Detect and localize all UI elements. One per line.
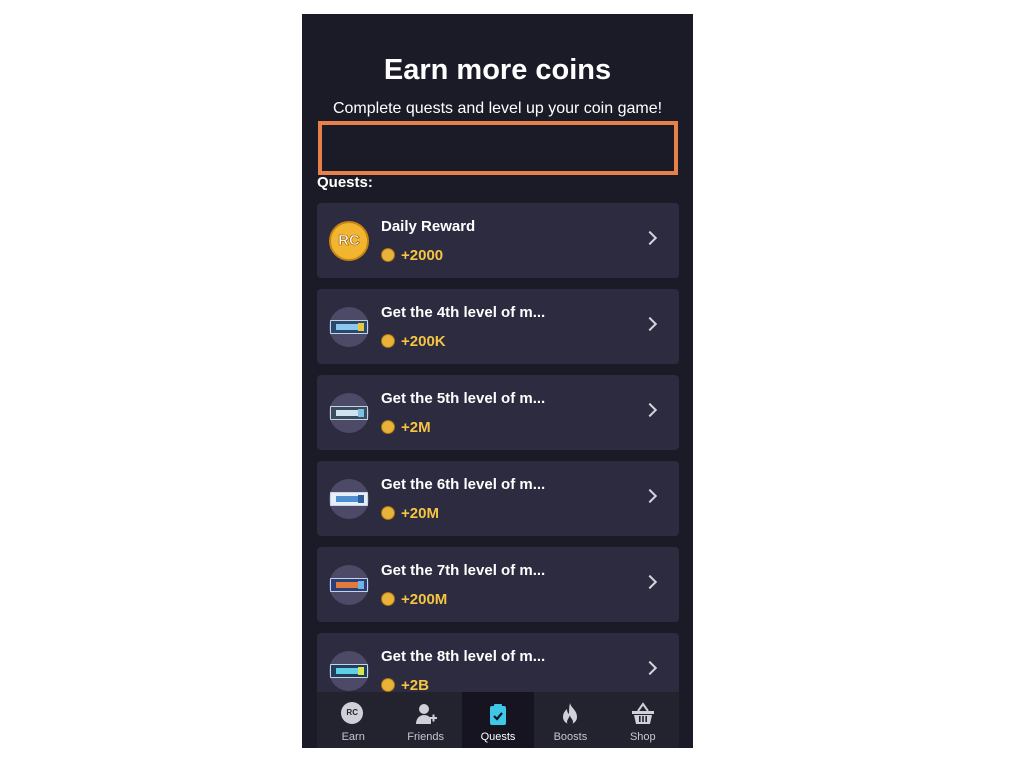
basket-icon <box>631 702 654 724</box>
nav-item-earn[interactable]: RC Earn <box>317 692 389 748</box>
card-icon <box>329 565 369 605</box>
card-icon <box>329 651 369 691</box>
chevron-right-icon <box>642 316 658 332</box>
chevron-right-icon <box>642 488 658 504</box>
quest-name: Get the 5th level of m... <box>381 390 546 407</box>
quest-reward: +200M <box>381 590 447 608</box>
coin-icon <box>381 420 395 434</box>
quest-item-level-5[interactable]: Get the 5th level of m... +2M <box>317 375 679 450</box>
nav-label: Friends <box>407 731 444 743</box>
quest-reward: +20M <box>381 504 439 522</box>
reward-amount: +20M <box>401 504 439 522</box>
reward-amount: +2000 <box>401 246 444 264</box>
page-subtitle: Complete quests and level up your coin g… <box>332 100 663 117</box>
nav-item-boosts[interactable]: Boosts <box>534 692 606 748</box>
quest-item-level-6[interactable]: Get the 6th level of m... +20M <box>317 461 679 536</box>
rc-coin-icon: RC <box>329 221 369 261</box>
bottom-nav: RC Earn Friends Quests Boosts Shop <box>317 692 679 748</box>
chevron-right-icon <box>642 660 658 676</box>
clipboard-check-icon <box>490 704 507 725</box>
quest-item-level-4[interactable]: Get the 4th level of m... +200K <box>317 289 679 364</box>
reward-amount: +200K <box>401 332 446 350</box>
coin-icon <box>381 334 395 348</box>
rc-icon: RC <box>341 702 365 726</box>
chevron-right-icon <box>642 402 658 418</box>
reward-amount: +2B <box>401 676 429 694</box>
quest-name: Get the 7th level of m... <box>381 562 546 579</box>
flame-icon <box>563 703 578 725</box>
app-screen: Earn more coins Complete quests and leve… <box>302 14 693 748</box>
coin-icon <box>381 248 395 262</box>
nav-label: Quests <box>480 731 516 743</box>
quest-item-daily-reward[interactable]: RC Daily Reward +2000 <box>317 203 679 278</box>
card-icon <box>329 479 369 519</box>
nav-label: Boosts <box>553 731 588 743</box>
card-icon <box>329 307 369 347</box>
page-title: Earn more coins <box>383 54 612 86</box>
quests-heading: Quests: <box>317 174 373 191</box>
quest-name: Get the 6th level of m... <box>381 476 546 493</box>
chevron-right-icon <box>642 230 658 246</box>
quest-reward: +2000 <box>381 246 443 264</box>
quest-item-level-7[interactable]: Get the 7th level of m... +200M <box>317 547 679 622</box>
quest-name: Get the 4th level of m... <box>381 304 546 321</box>
nav-item-friends[interactable]: Friends <box>389 692 461 748</box>
quest-list: RC Daily Reward +2000 Get the 4th level … <box>317 203 679 719</box>
reward-amount: +200M <box>401 590 448 608</box>
chevron-right-icon <box>642 574 658 590</box>
nav-item-shop[interactable]: Shop <box>607 692 679 748</box>
coin-icon <box>381 506 395 520</box>
highlight-box <box>318 121 678 175</box>
card-icon <box>329 393 369 433</box>
add-friend-icon <box>415 704 437 724</box>
quest-reward: +200K <box>381 332 446 350</box>
coin-icon <box>381 678 395 692</box>
quest-reward: +2M <box>381 418 431 436</box>
reward-amount: +2M <box>401 418 431 436</box>
coin-icon <box>381 592 395 606</box>
nav-label: Earn <box>341 731 365 743</box>
quest-name: Get the 8th level of m... <box>381 648 546 665</box>
quest-name: Daily Reward <box>381 218 476 235</box>
nav-item-quests[interactable]: Quests <box>461 692 535 748</box>
nav-label: Shop <box>629 731 656 743</box>
